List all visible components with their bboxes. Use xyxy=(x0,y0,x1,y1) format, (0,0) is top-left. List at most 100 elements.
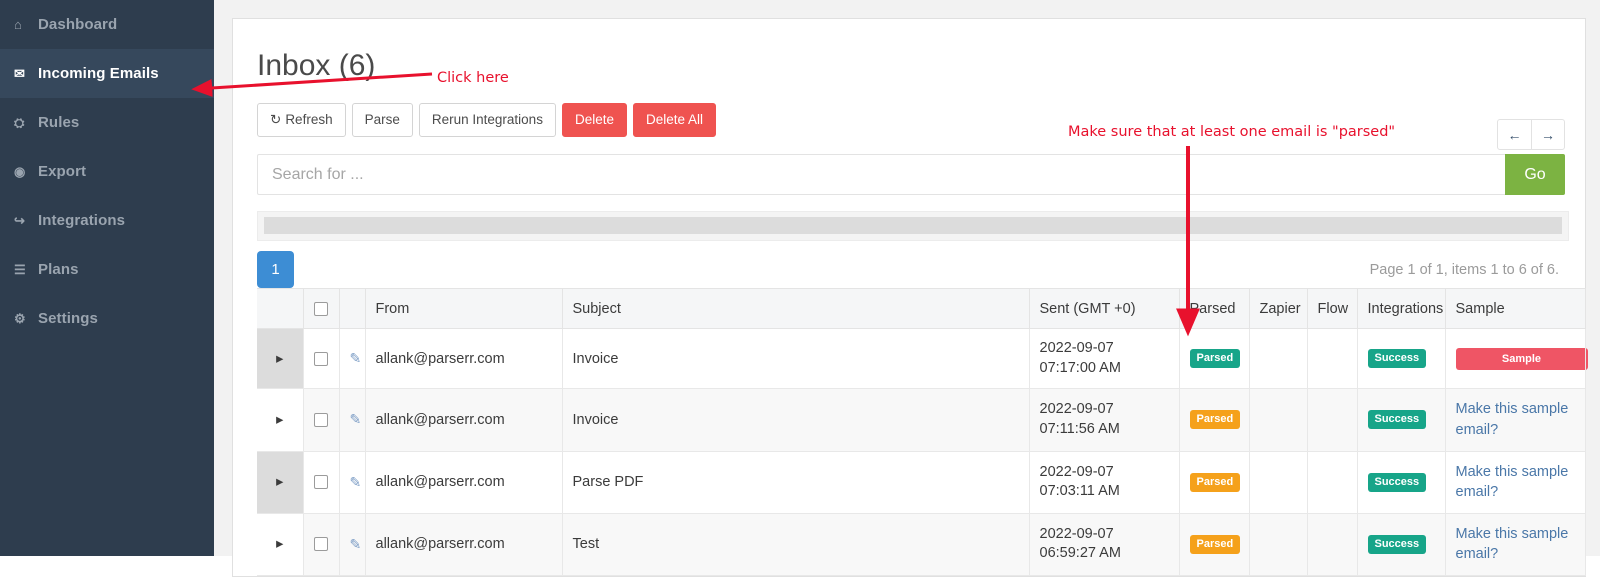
row-checkbox-cell xyxy=(303,512,340,576)
row-expand-toggle[interactable]: ▸ xyxy=(257,328,304,390)
delete-button[interactable]: Delete xyxy=(561,103,627,138)
pager-arrows: ← → xyxy=(1497,119,1565,150)
cell-integrations: Success xyxy=(1357,328,1446,390)
next-page-icon[interactable]: → xyxy=(1531,120,1564,149)
paperclip-icon[interactable]: ✎ xyxy=(350,536,362,552)
parsed-badge[interactable]: Parsed xyxy=(1189,410,1241,430)
col-zapier[interactable]: Zapier xyxy=(1249,288,1308,330)
col-integrations[interactable]: Integrations xyxy=(1357,288,1446,330)
delete-all-button[interactable]: Delete All xyxy=(632,103,717,138)
col-sample[interactable]: Sample xyxy=(1445,288,1586,330)
parse-button[interactable]: Parse xyxy=(351,103,413,138)
sent-time: 06:59:27 AM xyxy=(1039,545,1121,562)
row-attachment-cell: ✎ xyxy=(339,388,366,452)
col-flow[interactable]: Flow xyxy=(1307,288,1358,330)
make-sample-link[interactable]: Make this sample email? xyxy=(1456,401,1569,438)
col-parsed[interactable]: Parsed xyxy=(1179,288,1250,330)
row-attachment-cell: ✎ xyxy=(339,512,366,576)
col-subject[interactable]: Subject xyxy=(562,288,1030,330)
row-expand-toggle[interactable]: ▸ xyxy=(257,388,304,452)
parsed-badge[interactable]: Parsed xyxy=(1189,534,1241,554)
row-expand-toggle[interactable]: ▸ xyxy=(257,512,304,576)
cell-parsed: Parsed xyxy=(1179,328,1250,390)
cell-from: allank@parserr.com xyxy=(365,388,563,452)
sidebar-item-label: Export xyxy=(38,163,87,180)
sent-date: 2022-09-07 xyxy=(1039,401,1114,418)
cell-sample: Sample xyxy=(1445,328,1588,390)
row-checkbox-cell xyxy=(303,388,340,452)
row-checkbox[interactable] xyxy=(314,537,328,552)
select-all-checkbox[interactable] xyxy=(313,301,328,316)
pagination-row: 1 Page 1 of 1, items 1 to 6 of 6. xyxy=(253,241,1565,289)
cell-from: allank@parserr.com xyxy=(365,328,563,390)
cell-flow xyxy=(1307,512,1358,576)
annotation-parsed-note: Make sure that at least one email is "pa… xyxy=(1068,124,1396,140)
parsed-badge[interactable]: Parsed xyxy=(1189,349,1241,369)
make-sample-link[interactable]: Make this sample email? xyxy=(1456,526,1569,563)
chevron-right-icon: ▸ xyxy=(276,536,284,553)
sidebar-item-plans[interactable]: ☰ Plans xyxy=(0,245,214,294)
sent-time: 07:17:00 AM xyxy=(1039,359,1121,376)
paperclip-icon[interactable]: ✎ xyxy=(350,474,362,490)
table-row[interactable]: ▸ ✎ allank@parserr.com Test 2022-09-07 06:59:… xyxy=(257,512,1586,576)
paperclip-icon[interactable]: ✎ xyxy=(350,350,362,366)
cell-flow xyxy=(1307,388,1358,452)
table-row[interactable]: ▸ ✎ allank@parserr.com Invoice 2022-09-07 07:… xyxy=(257,328,1588,390)
integration-status-badge[interactable]: Success xyxy=(1367,349,1427,369)
page-1-button[interactable]: 1 xyxy=(257,251,294,289)
col-from[interactable]: From xyxy=(365,288,563,330)
cell-subject: Invoice xyxy=(562,328,1030,390)
sidebar-item-rules[interactable]: ⛭ Rules xyxy=(0,98,214,147)
sidebar-item-label: Incoming Emails xyxy=(38,65,159,82)
integration-status-badge[interactable]: Success xyxy=(1367,472,1427,492)
integration-status-badge[interactable]: Success xyxy=(1367,410,1427,430)
inbox-card: Inbox (6) ↻ Refresh Parse Rerun Integrati… xyxy=(232,18,1588,577)
table-row[interactable]: ▸ ✎ allank@parserr.com Parse PDF 2022-09-07 0… xyxy=(257,450,1586,514)
cell-integrations: Success xyxy=(1357,388,1446,452)
row-checkbox[interactable] xyxy=(314,413,328,428)
cell-zapier xyxy=(1249,512,1308,576)
table-header-row: From Subject Sent (GMT +0) Parsed Zapier… xyxy=(257,288,1586,330)
sent-date: 2022-09-07 xyxy=(1039,340,1114,357)
credit-card-icon: ☰ xyxy=(14,262,26,277)
sidebar-item-export[interactable]: ◉ Export xyxy=(0,147,214,196)
sent-time: 07:03:11 AM xyxy=(1039,483,1120,500)
row-checkbox[interactable] xyxy=(314,475,328,490)
search-input[interactable] xyxy=(257,154,1505,196)
cell-zapier xyxy=(1249,450,1308,514)
parsed-badge[interactable]: Parsed xyxy=(1189,472,1241,492)
row-expand-toggle[interactable]: ▸ xyxy=(257,450,304,514)
refresh-icon: ↻ xyxy=(270,112,282,127)
sidebar-item-dashboard[interactable]: ⌂ Dashboard xyxy=(0,0,214,49)
rerun-integrations-button[interactable]: Rerun Integrations xyxy=(418,103,556,138)
paperclip-icon[interactable]: ✎ xyxy=(350,411,362,427)
scrollbar-thumb[interactable] xyxy=(264,217,1562,235)
cell-zapier xyxy=(1249,328,1308,390)
cell-sent: 2022-09-07 06:59:27 AM xyxy=(1029,512,1180,576)
row-checkbox[interactable] xyxy=(314,351,328,366)
sample-badge[interactable]: Sample xyxy=(1455,347,1588,370)
sidebar-item-settings[interactable]: ⚙ Settings xyxy=(0,294,214,343)
emails-table: From Subject Sent (GMT +0) Parsed Zapier… xyxy=(257,288,1588,576)
cell-from: allank@parserr.com xyxy=(365,450,563,514)
cell-parsed: Parsed xyxy=(1179,388,1250,452)
row-attachment-cell: ✎ xyxy=(339,450,366,514)
chevron-right-icon: ▸ xyxy=(276,474,284,491)
horizontal-scrollbar[interactable] xyxy=(257,211,1569,242)
prev-page-icon[interactable]: ← xyxy=(1498,120,1531,149)
make-sample-link[interactable]: Make this sample email? xyxy=(1456,464,1569,501)
row-checkbox-cell xyxy=(303,328,340,390)
search-go-button[interactable]: Go xyxy=(1505,154,1565,196)
circle-dot-icon: ◉ xyxy=(14,164,26,179)
cell-flow xyxy=(1307,450,1358,514)
col-sent[interactable]: Sent (GMT +0) xyxy=(1029,288,1180,330)
sidebar-item-incoming-emails[interactable]: ✉ Incoming Emails xyxy=(0,49,214,98)
refresh-label: Refresh xyxy=(285,112,333,127)
table-row[interactable]: ▸ ✎ allank@parserr.com Invoice 2022-09-07 07:… xyxy=(257,388,1586,452)
col-attachment xyxy=(339,288,366,330)
refresh-button[interactable]: ↻ Refresh xyxy=(257,103,346,138)
cell-sample: Make this sample email? xyxy=(1445,388,1586,452)
sidebar-item-integrations[interactable]: ↪ Integrations xyxy=(0,196,214,245)
cell-sent: 2022-09-07 07:11:56 AM xyxy=(1029,388,1180,452)
integration-status-badge[interactable]: Success xyxy=(1367,534,1427,554)
